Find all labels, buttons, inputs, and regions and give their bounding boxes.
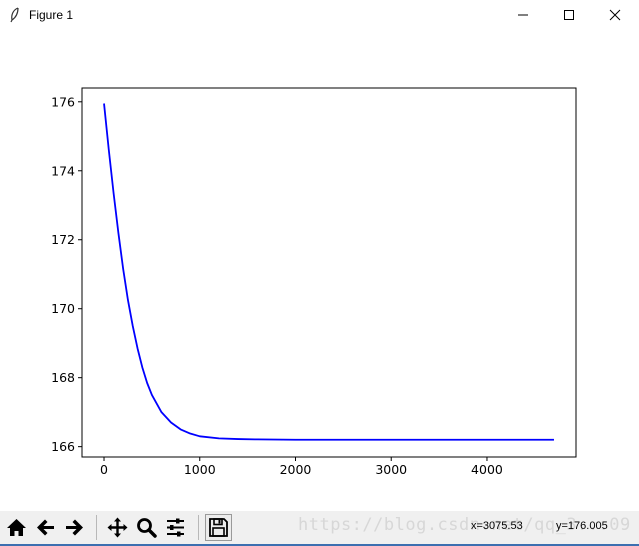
zoom-icon (137, 518, 157, 538)
forward-button[interactable] (61, 514, 88, 541)
y-tick-label: 176 (51, 94, 75, 109)
configure-subplots-icon (167, 518, 184, 537)
back-button[interactable] (32, 514, 59, 541)
y-tick-label: 170 (51, 301, 75, 316)
minimize-button[interactable] (500, 0, 546, 30)
cursor-y-readout: y=176.005 (556, 520, 608, 532)
y-tick-label: 174 (51, 163, 75, 178)
close-button[interactable] (592, 0, 638, 30)
x-tick-label: 2000 (280, 462, 312, 477)
zoom-button[interactable] (133, 514, 160, 541)
save-button[interactable] (205, 514, 232, 541)
series-line (103, 103, 554, 441)
minimize-icon (518, 14, 528, 16)
back-arrow-icon (37, 519, 54, 536)
x-tick-label: 1000 (184, 462, 216, 477)
x-tick-label: 3000 (375, 462, 407, 477)
forward-arrow-icon (66, 519, 83, 536)
window-title: Figure 1 (29, 8, 74, 22)
close-icon (609, 9, 621, 21)
x-tick-label: 4000 (471, 462, 503, 477)
home-button[interactable] (3, 514, 30, 541)
home-icon (7, 519, 26, 536)
maximize-icon (564, 10, 574, 20)
maximize-button[interactable] (546, 0, 592, 30)
cursor-x-readout: x=3075.53 (471, 520, 523, 532)
toolbar-separator (198, 515, 199, 540)
window-titlebar: Figure 1 (0, 0, 639, 30)
pan-icon (107, 517, 128, 538)
configure-subplots-button[interactable] (162, 514, 189, 541)
y-tick-label: 172 (51, 232, 75, 247)
pan-button[interactable] (104, 514, 131, 541)
figure-canvas[interactable]: 0 1000 2000 3000 4000 166 168 170 172 174 176 (0, 30, 639, 511)
y-tick-label: 168 (51, 370, 75, 385)
y-tick-label: 166 (51, 439, 75, 454)
x-tick-label: 0 (100, 462, 108, 477)
feather-icon (10, 7, 19, 23)
save-icon (209, 518, 228, 537)
toolbar-separator (96, 515, 97, 540)
line-chart: 0 1000 2000 3000 4000 166 168 170 172 174 176 (51, 87, 577, 477)
